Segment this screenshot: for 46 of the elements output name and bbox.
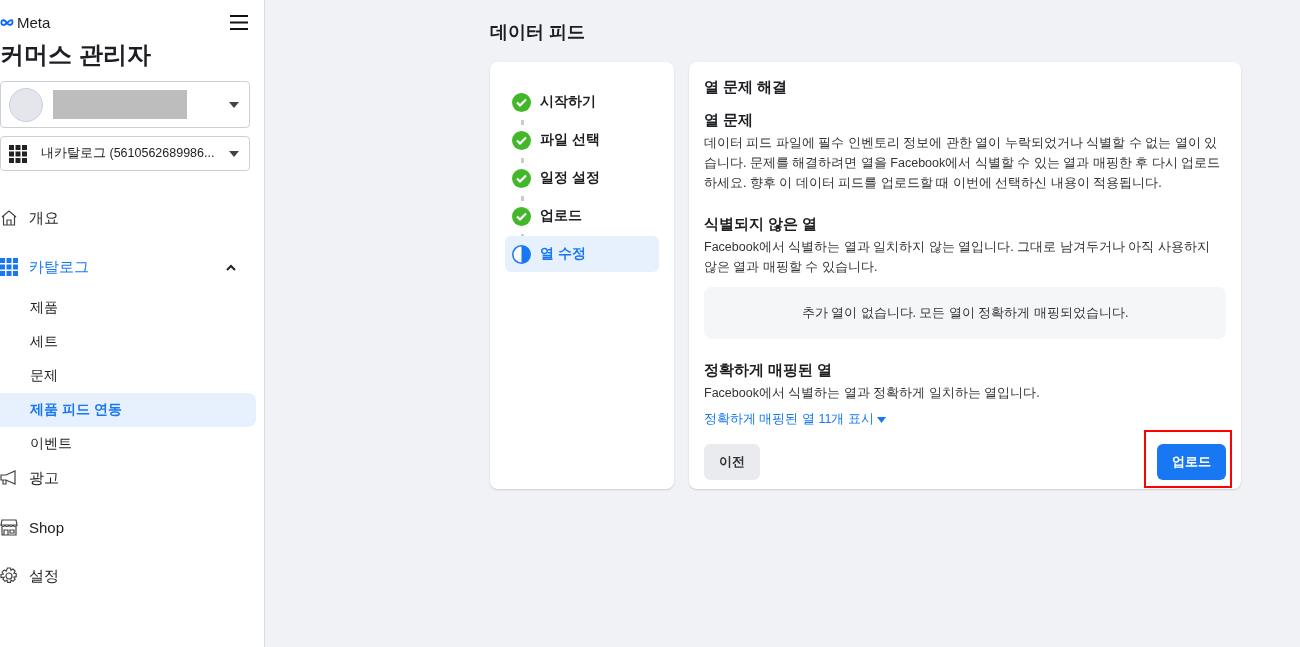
step-item[interactable]: 열 수정 xyxy=(505,236,659,272)
megaphone-icon xyxy=(0,469,18,487)
check-circle-icon xyxy=(512,130,531,150)
meta-logo: Meta xyxy=(0,14,51,31)
grid-icon xyxy=(0,258,18,276)
show-columns-link[interactable]: 정확하게 매핑된 열 11개 표시 xyxy=(704,411,1226,428)
back-button[interactable]: 이전 xyxy=(704,444,760,480)
nav-subitem[interactable]: 이벤트 xyxy=(0,427,256,461)
nav-item[interactable]: 설정 xyxy=(0,559,256,593)
check-circle-icon xyxy=(512,206,531,226)
caret-icon xyxy=(877,417,887,423)
app-title: 커머스 관리자 xyxy=(0,40,152,70)
section-text: 데이터 피드 파일에 필수 인벤토리 정보에 관한 열이 누락되었거나 식별할 수 없는 열이 있습니다. 문제를 해결하려면 열을 Facebook에서 식별할 수 있는 열과 매핑한 후 다시 업로드하세요. 향후 이 데이터 피드를 업로드할 때 이번에 선택하신 내용이 적용됩니다. xyxy=(704,135,1222,192)
chevron-icon xyxy=(226,263,236,271)
notice-box: 추가 열이 없습니다. 모든 열이 정확하게 매핑되었습니다. xyxy=(704,287,1226,339)
check-circle-icon xyxy=(512,92,531,112)
storefront-icon xyxy=(0,518,18,536)
avatar-icon xyxy=(9,87,43,122)
upload-button[interactable]: 업로드 xyxy=(1157,444,1226,480)
nav-item[interactable]: 개요 xyxy=(0,201,256,235)
catalog-dropdown[interactable]: 내카탈로그 (5610562689986... xyxy=(0,136,250,171)
section-text: Facebook에서 식별하는 열과 정확하게 일치하는 열입니다. xyxy=(704,385,1041,402)
grid-icon xyxy=(9,144,27,163)
panel-title: 열 문제 해결 xyxy=(704,78,789,97)
section-heading: 열 문제 xyxy=(704,111,755,130)
nav-subitem[interactable]: 문제 xyxy=(0,359,256,393)
step-item[interactable]: 일정 설정 xyxy=(505,160,659,196)
home-icon xyxy=(0,209,18,227)
half-circle-icon xyxy=(512,244,531,264)
step-item[interactable]: 파일 선택 xyxy=(505,122,659,158)
menu-icon[interactable] xyxy=(230,15,248,30)
nav-item[interactable]: 카탈로그 xyxy=(0,250,256,284)
nav-subitem[interactable]: 제품 피드 연동 xyxy=(0,393,256,427)
page-title: 데이터 피드 xyxy=(490,21,586,44)
section-heading: 정확하게 매핑된 열 xyxy=(704,361,834,380)
nav-item[interactable]: 광고 xyxy=(0,461,256,495)
section-heading: 식별되지 않은 열 xyxy=(704,215,819,234)
section-text: Facebook에서 식별하는 열과 일치하지 않는 열입니다. 그대로 남겨두거나 아직 사용하지 않은 열과 매핑할 수 있습니다. xyxy=(704,239,1211,276)
infinity-icon xyxy=(0,18,14,27)
step-item[interactable]: 시작하기 xyxy=(505,84,659,120)
nav-item[interactable]: Shop xyxy=(0,510,256,544)
step-item[interactable]: 업로드 xyxy=(505,198,659,234)
nav-subitem[interactable]: 제품 xyxy=(0,291,256,325)
nav-subitem[interactable]: 세트 xyxy=(0,325,256,359)
settings-icon xyxy=(0,567,18,585)
check-circle-icon xyxy=(512,168,531,188)
